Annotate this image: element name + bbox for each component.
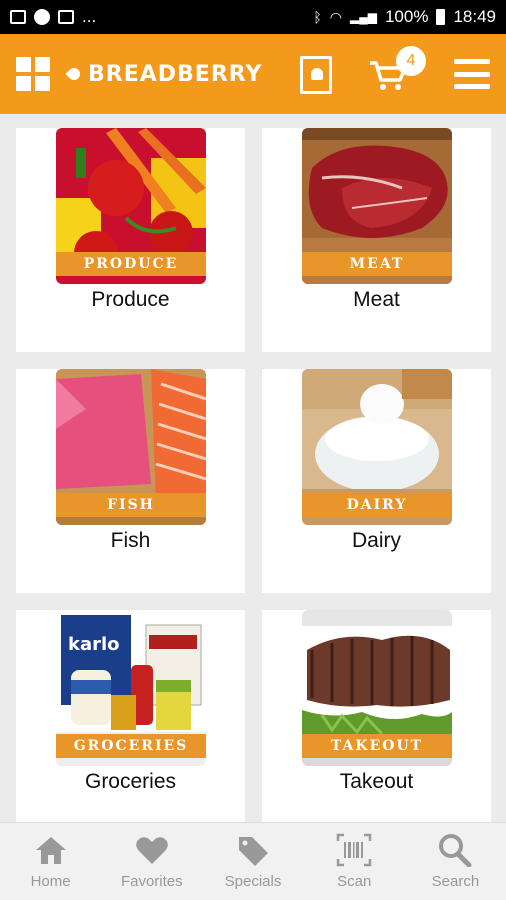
category-ribbon: GROCERIES bbox=[56, 734, 206, 758]
category-ribbon: TAKEOUT bbox=[302, 734, 452, 758]
svg-text:karlo: karlo bbox=[68, 634, 120, 655]
category-label: Groceries bbox=[84, 770, 177, 793]
chat-bubble-icon bbox=[34, 9, 50, 25]
recipe-book-icon[interactable] bbox=[300, 56, 332, 94]
category-ribbon: DAIRY bbox=[302, 493, 452, 517]
category-card-produce[interactable]: PRODUCE Produce bbox=[16, 128, 245, 352]
tab-label: Favorites bbox=[120, 873, 183, 890]
category-card-takeout[interactable]: TAKEOUT Takeout bbox=[262, 610, 491, 822]
tag-icon bbox=[239, 837, 268, 866]
category-label: Fish bbox=[110, 529, 151, 552]
heart-icon bbox=[136, 837, 168, 864]
home-icon bbox=[35, 837, 66, 864]
app-header: BREADBERRY 4 bbox=[0, 34, 506, 114]
clock: 18:49 bbox=[453, 7, 496, 26]
category-card-dairy[interactable]: DAIRY Dairy bbox=[262, 369, 491, 593]
hamburger-menu-icon[interactable] bbox=[454, 59, 490, 89]
categories-grid-button[interactable] bbox=[16, 57, 50, 91]
image-icon bbox=[10, 10, 26, 24]
search-icon bbox=[439, 834, 472, 867]
tab-label: Specials bbox=[224, 873, 282, 890]
logo-icon bbox=[65, 65, 83, 83]
category-ribbon: PRODUCE bbox=[56, 252, 206, 276]
category-ribbon: MEAT bbox=[302, 252, 452, 276]
brand-name: BREADBERRY bbox=[88, 61, 263, 87]
category-grid: PRODUCE Produce MEAT Meat FISH Fish DAIR… bbox=[0, 114, 506, 822]
takeout-image: TAKEOUT bbox=[302, 610, 452, 766]
tab-scan[interactable]: Scan bbox=[304, 823, 405, 900]
barcode-icon bbox=[336, 833, 372, 867]
battery-icon bbox=[436, 9, 446, 25]
category-label: Meat bbox=[353, 288, 400, 311]
tab-search[interactable]: Search bbox=[405, 823, 506, 900]
tab-specials[interactable]: Specials bbox=[202, 823, 303, 900]
meat-image: MEAT bbox=[302, 128, 452, 284]
tab-label: Search bbox=[431, 873, 480, 890]
dairy-image: DAIRY bbox=[302, 369, 452, 525]
category-card-fish[interactable]: FISH Fish bbox=[16, 369, 245, 593]
category-card-groceries[interactable]: karlo GROCERIES Groceries bbox=[16, 610, 245, 822]
category-card-meat[interactable]: MEAT Meat bbox=[262, 128, 491, 352]
tab-home[interactable]: Home bbox=[0, 823, 101, 900]
status-ellipsis: ... bbox=[82, 7, 97, 26]
photo-icon bbox=[58, 10, 74, 24]
brand-logo: BREADBERRY bbox=[65, 61, 263, 87]
signal-icon: ▂▄▆ bbox=[350, 10, 377, 24]
category-label: Dairy bbox=[351, 529, 401, 552]
wifi-icon: ◠ bbox=[329, 8, 342, 25]
tab-label: Scan bbox=[337, 873, 372, 890]
category-ribbon: FISH bbox=[56, 493, 206, 517]
bluetooth-icon: ᛒ bbox=[313, 9, 322, 25]
category-label: Produce bbox=[91, 288, 170, 311]
status-bar: ... ᛒ ◠ ▂▄▆ 100% 18:49 bbox=[0, 0, 506, 34]
groceries-image: karlo GROCERIES bbox=[56, 610, 206, 766]
tab-label: Home bbox=[30, 873, 71, 890]
tab-favorites[interactable]: Favorites bbox=[101, 823, 202, 900]
fish-image: FISH bbox=[56, 369, 206, 525]
produce-image: PRODUCE bbox=[56, 128, 206, 284]
cart-count-badge: 4 bbox=[396, 46, 426, 76]
category-label: Takeout bbox=[339, 770, 414, 793]
bottom-tab-bar: Home Favorites Specials Scan Search bbox=[0, 822, 506, 900]
battery-text: 100% bbox=[384, 7, 429, 26]
